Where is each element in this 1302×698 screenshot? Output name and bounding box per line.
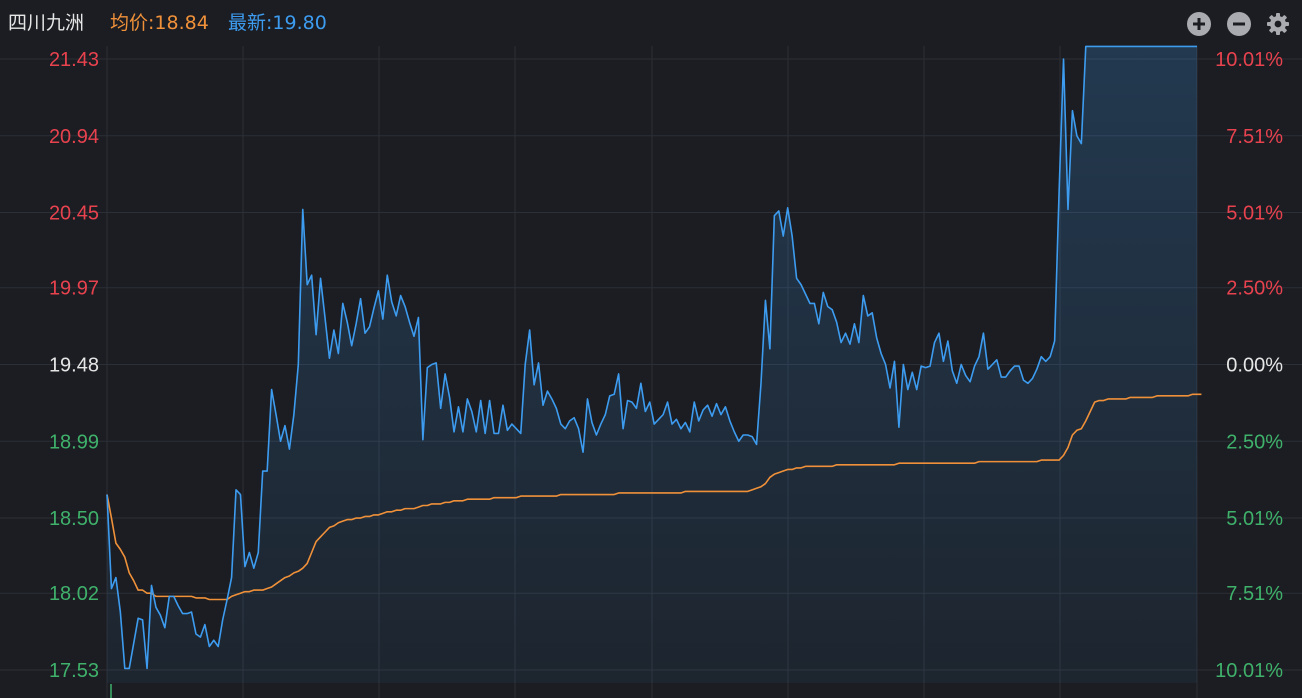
left-axis-tick-label: 18.99 (49, 431, 99, 453)
left-axis-tick-label: 20.94 (49, 126, 99, 148)
right-axis-tick-label: 7.51% (1226, 583, 1283, 605)
right-axis-tick-label: 10.01% (1215, 660, 1283, 682)
right-axis-tick-label: 7.51% (1226, 126, 1283, 148)
left-axis-tick-label: 18.50 (49, 508, 99, 530)
left-axis-tick-label: 17.53 (49, 660, 99, 682)
left-axis-tick-label: 19.48 (49, 355, 99, 377)
intraday-chart-app: 四川九洲 均价:18.84 最新:19.80 21.43 20.94 20.45… (0, 0, 1302, 698)
left-axis-tick-label: 21.43 (49, 49, 99, 71)
right-percent-axis: 10.01% 7.51% 5.01% 2.50% 0.00% 2.50% 5.01% 7.51… (1215, 49, 1283, 682)
left-axis-tick-label: 19.97 (49, 278, 99, 300)
left-axis-tick-label: 18.02 (49, 583, 99, 605)
right-axis-tick-label: 5.01% (1226, 508, 1283, 530)
right-axis-tick-label: 10.01% (1215, 49, 1283, 71)
right-axis-tick-label: 2.50% (1226, 278, 1283, 300)
right-axis-tick-label: 0.00% (1226, 355, 1283, 377)
left-price-axis: 21.43 20.94 20.45 19.97 19.48 18.99 18.50 18.02… (49, 49, 99, 682)
price-chart: 21.43 20.94 20.45 19.97 19.48 18.99 18.50 18.02… (0, 45, 1302, 698)
right-axis-tick-label: 2.50% (1226, 431, 1283, 453)
right-axis-tick-label: 5.01% (1226, 203, 1283, 225)
left-axis-tick-label: 20.45 (49, 203, 99, 225)
